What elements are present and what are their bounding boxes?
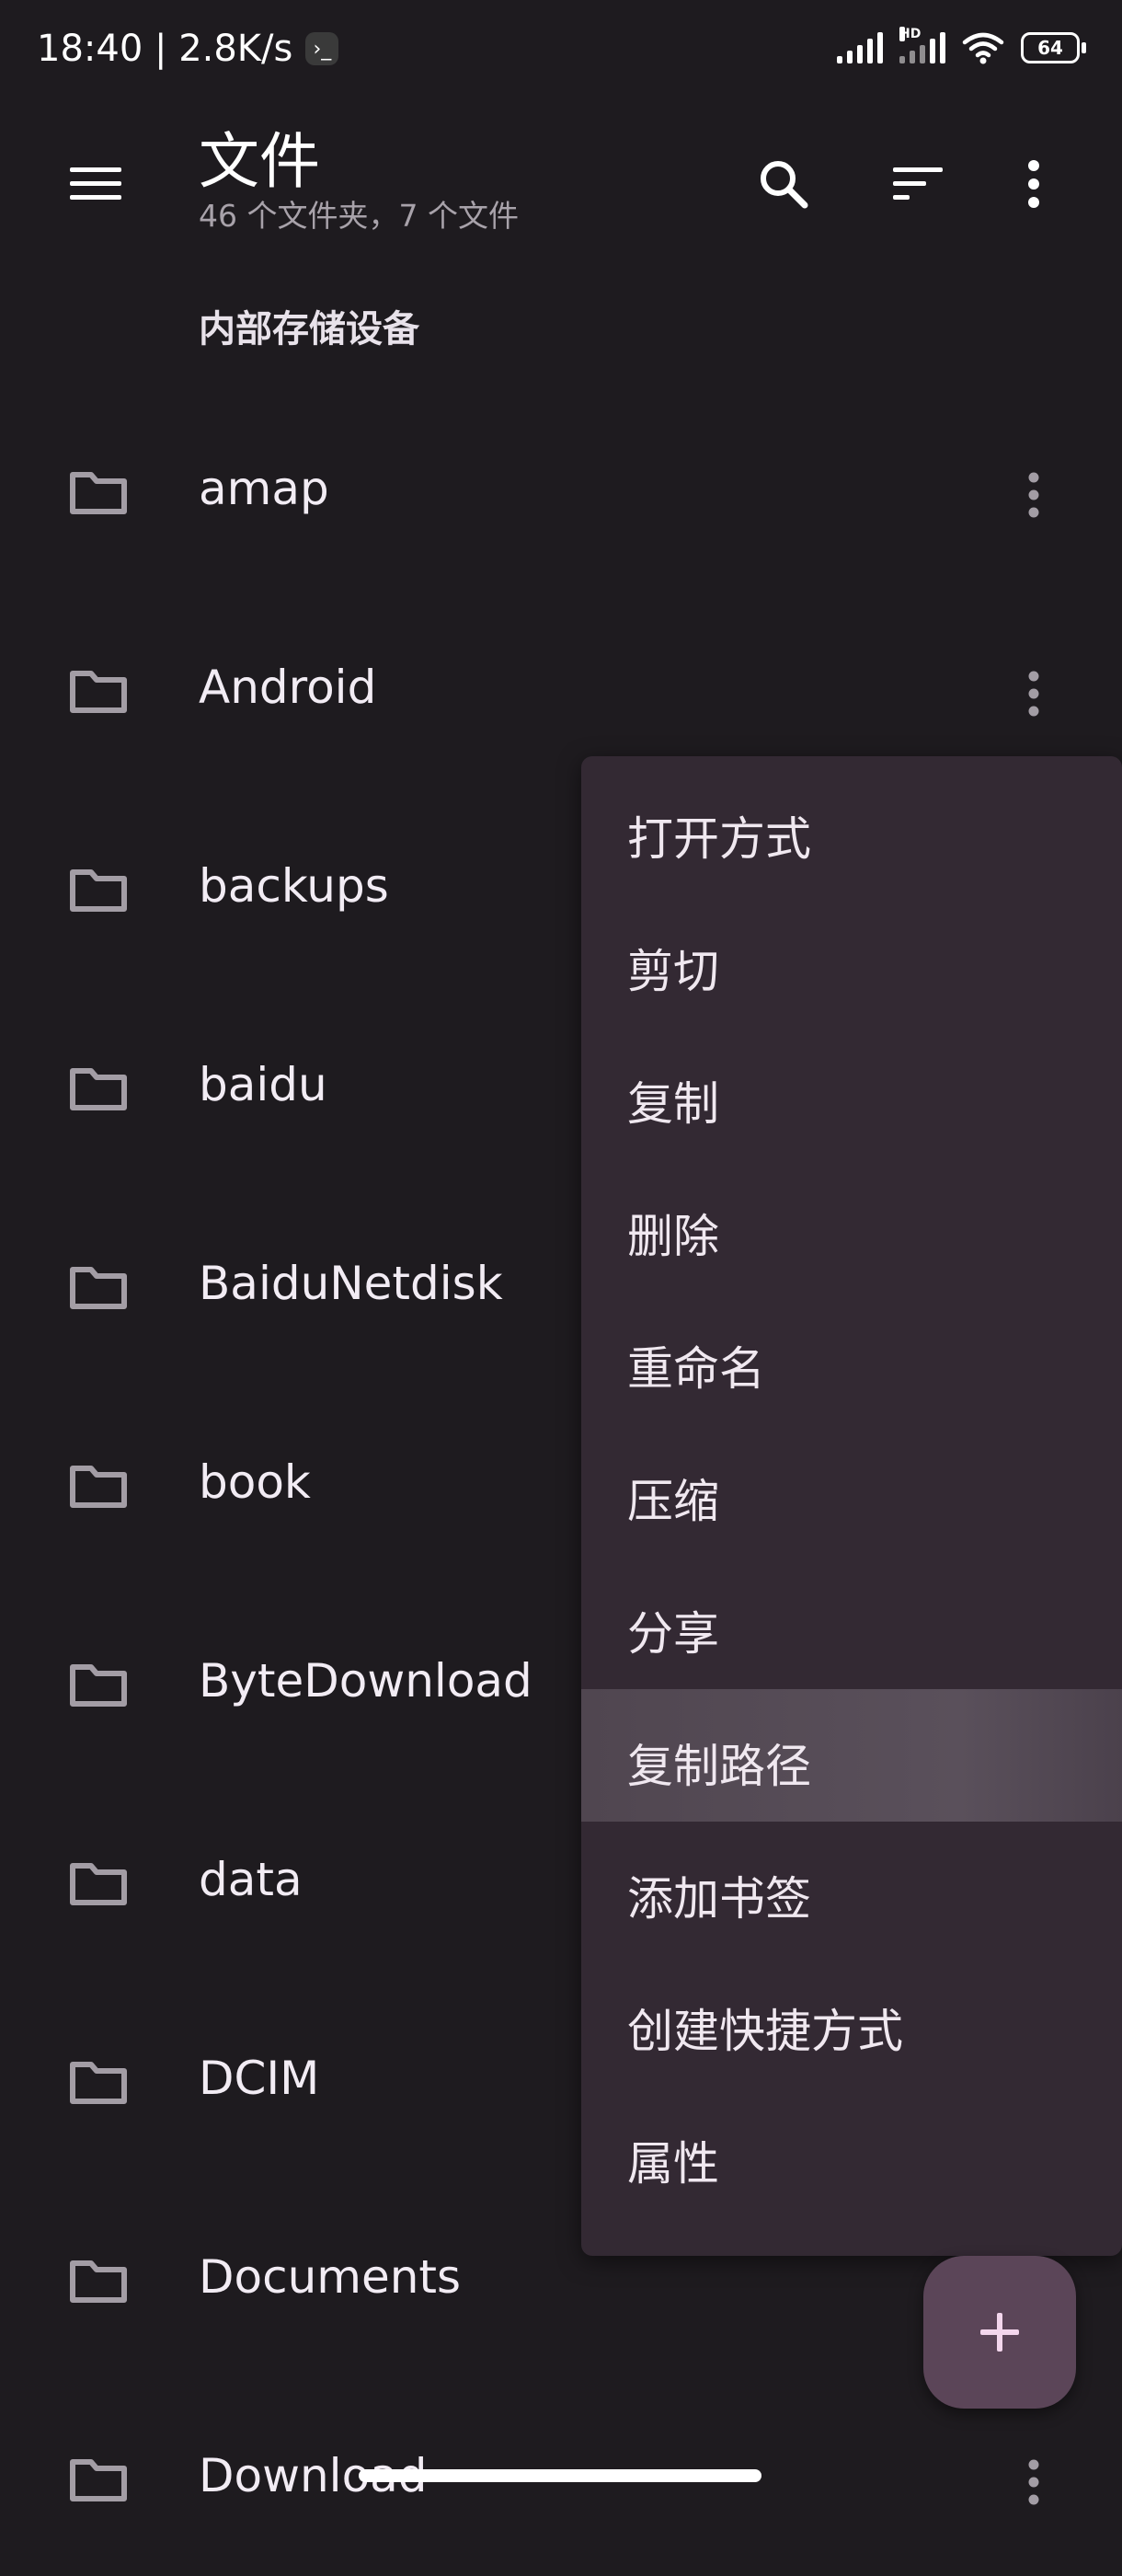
item-more-button[interactable]: [1004, 664, 1063, 723]
file-name: amap: [199, 462, 329, 515]
folder-icon: [70, 1068, 127, 1110]
folder-icon: [70, 2062, 127, 2104]
context-menu: 打开方式 剪切 复制 删除 重命名 压缩 分享 复制路径 添加书签 创建快捷方式…: [581, 756, 1122, 2256]
folder-icon: [70, 1267, 127, 1309]
folder-icon: [70, 671, 127, 713]
hamburger-menu-icon: [70, 167, 121, 200]
menu-item-cut[interactable]: 剪切: [581, 894, 1122, 1027]
menu-item-properties[interactable]: 属性: [581, 2087, 1122, 2219]
list-item[interactable]: amap: [0, 390, 1122, 589]
page-title: 文件: [199, 126, 320, 197]
add-fab-button[interactable]: [923, 2256, 1076, 2409]
folder-icon: [70, 472, 127, 514]
more-vertical-icon: [1028, 472, 1039, 518]
terminal-notification-icon: ›_: [305, 32, 339, 65]
storage-section-header: 内部存储设备: [199, 308, 419, 351]
home-indicator[interactable]: [359, 2469, 761, 2482]
app-bar: 文件 46 个文件夹，7 个文件: [0, 101, 1122, 258]
menu-item-share[interactable]: 分享: [581, 1557, 1122, 1689]
plus-icon: [980, 2313, 1019, 2352]
search-icon: [761, 161, 808, 209]
folder-icon: [70, 869, 127, 912]
search-button[interactable]: [741, 142, 826, 226]
wifi-icon: [962, 32, 1004, 64]
file-name: BaiduNetdisk: [199, 1257, 503, 1310]
menu-item-create-shortcut[interactable]: 创建快捷方式: [581, 1954, 1122, 2087]
more-vertical-icon: [1028, 671, 1039, 717]
item-more-button[interactable]: [1004, 2453, 1063, 2512]
folder-summary: 46 个文件夹，7 个文件: [199, 198, 519, 234]
file-name: DCIM: [199, 2052, 320, 2105]
file-name: Documents: [199, 2250, 462, 2304]
file-name: Android: [199, 661, 377, 714]
file-name: ByteDownload: [199, 1654, 532, 1708]
file-name: book: [199, 1455, 311, 1509]
folder-icon: [70, 1863, 127, 1905]
folder-icon: [70, 1466, 127, 1508]
item-more-button[interactable]: [1004, 466, 1063, 524]
menu-item-copy-path[interactable]: 复制路径: [581, 1689, 1122, 1822]
folder-icon: [70, 2459, 127, 2501]
overflow-menu-button[interactable]: [991, 142, 1076, 226]
folder-icon: [70, 2260, 127, 2303]
battery-icon: 64: [1021, 32, 1086, 63]
signal-hd-icon: HD: [899, 27, 945, 63]
menu-item-compress[interactable]: 压缩: [581, 1424, 1122, 1557]
status-bar: 18:40 | 2.8K/s ›_ HD 64: [0, 0, 1122, 101]
menu-item-copy[interactable]: 复制: [581, 1027, 1122, 1159]
signal-icon: [837, 32, 883, 63]
file-name: backups: [199, 859, 389, 913]
menu-item-open-with[interactable]: 打开方式: [581, 762, 1122, 894]
navigation-drawer-button[interactable]: [57, 145, 134, 223]
more-vertical-icon: [1028, 160, 1039, 208]
status-time: 18:40 | 2.8K/s: [37, 28, 293, 70]
folder-icon: [70, 1664, 127, 1707]
menu-item-add-bookmark[interactable]: 添加书签: [581, 1822, 1122, 1954]
more-vertical-icon: [1028, 2459, 1039, 2505]
menu-item-rename[interactable]: 重命名: [581, 1292, 1122, 1424]
sort-icon: [893, 167, 943, 200]
file-name: data: [199, 1853, 303, 1906]
file-name: baidu: [199, 1058, 327, 1111]
menu-item-delete[interactable]: 删除: [581, 1159, 1122, 1292]
sort-button[interactable]: [876, 142, 960, 226]
